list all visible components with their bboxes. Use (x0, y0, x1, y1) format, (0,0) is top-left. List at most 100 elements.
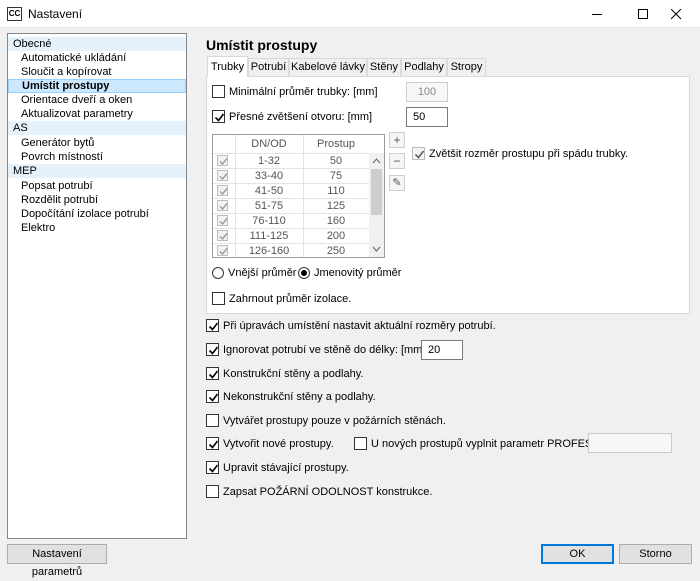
nav-item-umistit-prostupy[interactable]: Umístit prostupy (8, 79, 186, 93)
nav-item-povrch-mistnosti[interactable]: Povrch místností (8, 150, 186, 164)
cell-prostup[interactable]: 200 (303, 229, 369, 244)
option-write-fire-resistance-label: Zapsat POŽÁRNÍ ODOLNOST konstrukce. (223, 486, 433, 498)
remove-row-button[interactable]: − (389, 153, 405, 169)
option-ignore-pipes-label: Ignorovat potrubí ve stěně do délky: [mm… (223, 344, 426, 356)
radio-outer-diameter[interactable] (212, 267, 224, 279)
nav-item-rozdelit-potrubi[interactable]: Rozdělit potrubí (8, 193, 186, 207)
checkmark-icon (219, 203, 228, 211)
row-checkbox[interactable] (217, 200, 228, 211)
cell-prostup[interactable]: 50 (303, 154, 369, 169)
tab-potrubi[interactable]: Potrubí (248, 58, 289, 76)
nav-item-automaticke-ukladani[interactable]: Automatické ukládání (8, 51, 186, 65)
nav-item-orientace-dveri[interactable]: Orientace dveří a oken (8, 93, 186, 107)
checkmark-icon (219, 233, 228, 241)
cell-prostup[interactable]: 125 (303, 199, 369, 214)
scrollbar-thumb[interactable] (371, 169, 382, 215)
checkmark-icon (208, 440, 219, 449)
option-create-new-checkbox[interactable] (206, 437, 219, 450)
edit-row-button[interactable]: ✎ (389, 175, 405, 191)
cell-prostup[interactable]: 75 (303, 169, 369, 184)
table-row[interactable]: 76-110 160 (213, 213, 384, 228)
close-button[interactable] (654, 0, 700, 28)
nav-item-elektro[interactable]: Elektro (8, 221, 186, 235)
option-fire-walls-only-checkbox[interactable] (206, 414, 219, 427)
grid-scrollbar[interactable] (369, 153, 384, 257)
minimize-button[interactable] (575, 0, 621, 28)
fill-profese-checkbox[interactable] (354, 437, 367, 450)
table-row[interactable]: 126-160 250 (213, 243, 384, 257)
nav-category-mep[interactable]: MEP (8, 164, 186, 178)
checkmark-icon (214, 113, 225, 122)
nav-item-popsat-potrubi[interactable]: Popsat potrubí (8, 179, 186, 193)
option-update-dimensions-checkbox[interactable] (206, 319, 219, 332)
row-checkbox[interactable] (217, 185, 228, 196)
table-row[interactable]: 33-40 75 (213, 168, 384, 183)
row-checkbox[interactable] (217, 155, 228, 166)
ignore-pipes-length-input[interactable]: 20 (421, 340, 463, 360)
nav-item-aktualizovat-parametry[interactable]: Aktualizovat parametry (8, 107, 186, 121)
tab-stropy[interactable]: Stropy (447, 58, 486, 76)
checkmark-icon (208, 464, 219, 473)
nav-item-generator-bytu[interactable]: Generátor bytů (8, 136, 186, 150)
option-update-existing-label: Upravit stávající prostupy. (223, 462, 349, 474)
row-checkbox[interactable] (217, 230, 228, 241)
include-insulation-checkbox[interactable] (212, 292, 225, 305)
pipe-size-grid[interactable]: DN/OD Prostup 1-32 50 33-40 75 41-50 110… (212, 134, 385, 258)
option-create-new-label: Vytvořit nové prostupy. (223, 438, 334, 450)
include-insulation-label: Zahrnout průměr izolace. (229, 293, 352, 305)
tab-steny[interactable]: Stěny (367, 58, 401, 76)
row-checkbox[interactable] (217, 170, 228, 181)
nav-category-obecne[interactable]: Obecné (8, 37, 186, 51)
exact-enlarge-checkbox[interactable] (212, 110, 225, 123)
option-update-existing-checkbox[interactable] (206, 461, 219, 474)
cancel-button[interactable]: Storno (619, 544, 692, 564)
chevron-up-icon (372, 158, 381, 164)
cell-dn-od[interactable]: 76-110 (235, 214, 303, 229)
cell-dn-od[interactable]: 1-32 (235, 154, 303, 169)
fill-profese-label: U nových prostupů vyplnit parametr PROFE… (371, 438, 600, 450)
table-row[interactable]: 51-75 125 (213, 198, 384, 213)
cell-dn-od[interactable]: 51-75 (235, 199, 303, 214)
checkmark-icon (208, 322, 219, 331)
nav-item-sloucit-a-kopirovat[interactable]: Sloučit a kopírovat (8, 65, 186, 79)
ok-button[interactable]: OK (541, 544, 614, 564)
min-diameter-input[interactable]: 100 (406, 82, 448, 102)
option-write-fire-resistance-checkbox[interactable] (206, 485, 219, 498)
cell-prostup[interactable]: 110 (303, 184, 369, 199)
table-row[interactable]: 41-50 110 (213, 183, 384, 198)
exact-enlarge-input[interactable]: 50 (406, 107, 448, 127)
option-fire-walls-only-label: Vytvářet prostupy pouze v požárních stěn… (223, 415, 446, 427)
cell-prostup[interactable]: 250 (303, 244, 369, 257)
checkmark-icon (219, 218, 228, 226)
cell-dn-od[interactable]: 41-50 (235, 184, 303, 199)
cell-dn-od[interactable]: 111-125 (235, 229, 303, 244)
tab-trubky[interactable]: Trubky (207, 56, 248, 77)
option-nonstructural-walls-checkbox[interactable] (206, 390, 219, 403)
option-nonstructural-walls-label: Nekonstrukční stěny a podlahy. (223, 391, 376, 403)
exact-enlarge-label: Přesné zvětšení otvoru: [mm] (229, 111, 373, 123)
tab-podlahy[interactable]: Podlahy (401, 58, 447, 76)
table-row[interactable]: 1-32 50 (213, 153, 384, 168)
nav-item-dopocitani-izolace[interactable]: Dopočítání izolace potrubí (8, 207, 186, 221)
cell-dn-od[interactable]: 126-160 (235, 244, 303, 257)
tab-kabelove-lavky[interactable]: Kabelové lávky (289, 58, 367, 76)
maximize-icon (638, 9, 648, 19)
settings-navigation[interactable]: Obecné Automatické ukládání Sloučit a ko… (7, 33, 187, 539)
table-row[interactable]: 111-125 200 (213, 228, 384, 243)
cell-prostup[interactable]: 160 (303, 214, 369, 229)
profese-value-input[interactable] (588, 433, 672, 453)
checkmark-icon (208, 370, 219, 379)
row-checkbox[interactable] (217, 245, 228, 256)
radio-nominal-diameter-label: Jmenovitý průměr (314, 267, 402, 279)
min-diameter-checkbox[interactable] (212, 85, 225, 98)
parameter-settings-button[interactable]: Nastavení parametrů (7, 544, 107, 578)
page-title: Umístit prostupy (206, 37, 318, 53)
cell-dn-od[interactable]: 33-40 (235, 169, 303, 184)
row-checkbox[interactable] (217, 215, 228, 226)
nav-category-as[interactable]: AS (8, 121, 186, 135)
option-ignore-pipes-checkbox[interactable] (206, 343, 219, 356)
add-row-button[interactable]: + (389, 132, 405, 148)
radio-nominal-diameter[interactable] (298, 267, 310, 279)
enlarge-slope-checkbox[interactable] (412, 147, 425, 160)
option-structural-walls-checkbox[interactable] (206, 367, 219, 380)
